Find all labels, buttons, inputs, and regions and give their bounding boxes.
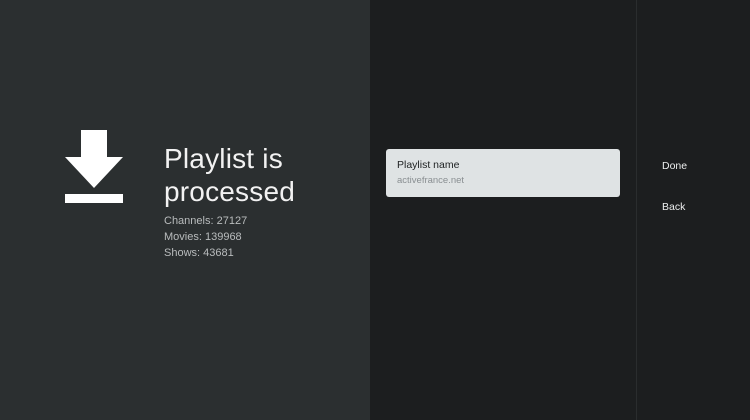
stat-movies-label: Movies <box>164 231 199 243</box>
stat-channels-label: Channels <box>164 215 211 227</box>
playlist-name-label: Playlist name <box>397 159 460 171</box>
back-button[interactable]: Back <box>662 201 685 214</box>
actions-panel <box>637 0 750 420</box>
stat-shows-label: Shows <box>164 247 198 259</box>
playlist-name-value: activefrance.net <box>397 175 465 186</box>
stat-channels-value: 27127 <box>216 215 248 227</box>
playlist-processed-screen: Playlist is processed Channels: 27127 Mo… <box>0 0 750 420</box>
playlist-name-card[interactable]: Playlist name activefrance.net <box>386 149 620 197</box>
page-title: Playlist is processed <box>164 143 295 207</box>
stat-channels: Channels: 27127 <box>164 215 248 227</box>
status-panel <box>0 0 370 420</box>
stat-shows: Shows: 43681 <box>164 247 234 259</box>
download-icon <box>65 130 123 203</box>
playlist-stats: Channels: 27127 Movies: 139968 Shows: 43… <box>164 213 247 261</box>
stat-movies-value: 139968 <box>204 231 242 243</box>
done-button[interactable]: Done <box>662 160 687 173</box>
stat-movies: Movies: 139968 <box>164 231 242 243</box>
details-panel <box>370 0 636 420</box>
stat-shows-value: 43681 <box>203 247 234 259</box>
